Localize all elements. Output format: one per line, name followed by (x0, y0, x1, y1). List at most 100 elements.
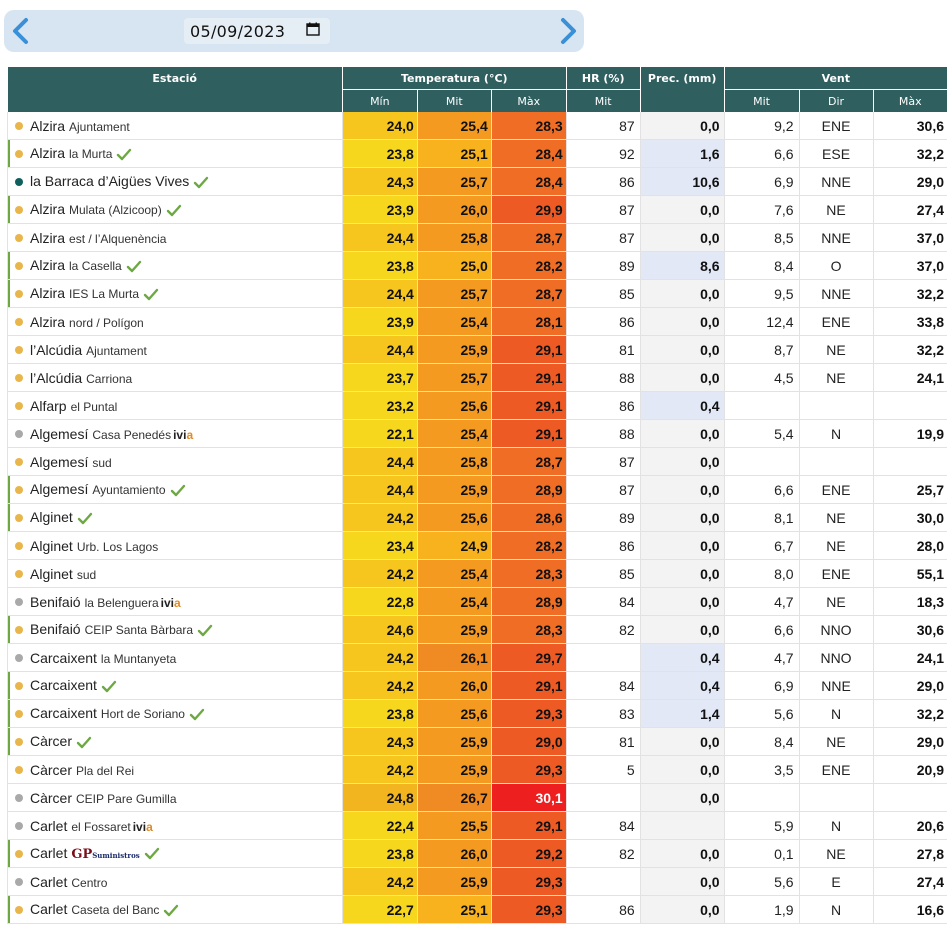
station-cell[interactable]: Benifaió CEIP Santa Bàrbara (7, 615, 343, 644)
table-row[interactable]: Alzira Mulata (Alzicoop) 23,9 26,0 29,9 87 0,0… (7, 195, 947, 224)
station-cell[interactable]: Algemesí Ayuntamiento (7, 475, 343, 504)
table-row[interactable]: Benifaió CEIP Santa Bàrbara 24,6 25,9 28,3 82… (7, 615, 947, 644)
table-row[interactable]: Carlet el Fossaret ivia 22,4 25,5 29,1 84 5,9 N 2… (7, 811, 947, 840)
temp-max-cell: 28,3 (490, 112, 567, 140)
table-row[interactable]: Carcaixent 24,2 26,0 29,1 84 0,4 6,9 NNE 29,0 (7, 671, 947, 700)
table-row[interactable]: Algemesí Casa Penedés ivia 22,1 25,4 29,1 88 0,… (7, 419, 947, 448)
table-row[interactable]: Alginet 24,2 25,6 28,6 89 0,0 8,1 NE 30,0 (7, 503, 947, 532)
wind-dir-cell: NE (798, 335, 873, 364)
temp-min-cell: 23,2 (341, 391, 418, 420)
station-town: Algemesí (30, 453, 89, 470)
station-cell[interactable]: Alfarp el Puntal (7, 391, 343, 420)
station-cell[interactable]: Algemesí Casa Penedés ivia (7, 419, 343, 448)
header-precipitation[interactable]: Prec. (mm) (639, 67, 725, 112)
station-cell[interactable]: Càrcer CEIP Pare Gumilla (7, 783, 343, 812)
temp-min-cell: 24,2 (341, 671, 418, 700)
station-cell[interactable]: Alzira nord / Polígon (7, 307, 343, 336)
previous-day-button[interactable] (6, 16, 34, 46)
station-cell[interactable]: Benifaió la Belenguera ivia (7, 587, 343, 616)
station-location: Casa Penedés (92, 427, 172, 442)
humidity-cell: 86 (565, 167, 641, 196)
table-row[interactable]: Càrcer 24,3 25,9 29,0 81 0,0 8,4 NE 29,0 (7, 727, 947, 756)
station-cell[interactable]: Càrcer (7, 727, 343, 756)
station-cell[interactable]: Carcaixent (7, 671, 343, 700)
table-row[interactable]: Alzira la Murta 23,8 25,1 28,4 92 1,6 6,6 ESE 32,… (7, 139, 947, 168)
station-cell[interactable]: Carcaixent Hort de Soriano (7, 699, 343, 728)
table-row[interactable]: Alginet Urb. Los Lagos 23,4 24,9 28,2 86 0,0 6,… (7, 531, 947, 560)
temp-max-cell: 28,2 (490, 531, 567, 560)
header-temp-mit[interactable]: Mit (416, 89, 492, 112)
wind-dir-cell: NE (798, 195, 873, 224)
table-row[interactable]: Alzira est / l’Alquenència 24,4 25,8 28,7 87 0… (7, 223, 947, 252)
station-town: l’Alcúdia (30, 341, 83, 358)
station-cell[interactable]: Càrcer Pla del Rei (7, 755, 343, 784)
station-cell[interactable]: Algemesí sud (7, 447, 343, 476)
station-cell[interactable]: l’Alcúdia Ajuntament (7, 335, 343, 364)
station-cell[interactable]: Carlet Caseta del Banc (7, 895, 343, 924)
station-location: Hort de Soriano (100, 707, 185, 722)
table-row[interactable]: Càrcer CEIP Pare Gumilla 24,8 26,7 30,1 0,0 (7, 783, 947, 812)
station-town: Algemesí (30, 481, 89, 498)
header-temp-max[interactable]: Màx (490, 89, 567, 112)
table-row[interactable]: Alginet sud 24,2 25,4 28,3 85 0,0 8,0 ENE 55,1 (7, 559, 947, 588)
table-row[interactable]: Carlet GPSuministros 23,8 26,0 29,2 82 0,0 0,1 N… (7, 839, 947, 868)
header-wind-max[interactable]: Màx (872, 89, 947, 112)
station-cell[interactable]: Alginet Urb. Los Lagos (7, 531, 343, 560)
station-cell[interactable]: Carcaixent la Muntanyeta (7, 643, 343, 672)
table-row[interactable]: l’Alcúdia Carriona 23,7 25,7 29,1 88 0,0 4,5 NE 2… (7, 363, 947, 392)
station-cell[interactable]: Alginet (7, 503, 343, 532)
temp-max-cell: 28,1 (490, 307, 567, 336)
table-row[interactable]: Alzira la Casella 23,8 25,0 28,2 89 8,6 8,4 O 37,… (7, 251, 947, 280)
table-row[interactable]: Carcaixent la Muntanyeta 24,2 26,1 29,7 0,4 4,… (7, 643, 947, 672)
temp-mit-cell: 25,6 (416, 391, 492, 420)
date-input[interactable]: 05/09/2023 (184, 18, 330, 44)
station-cell[interactable]: Alzira Ajuntament (7, 112, 343, 140)
header-temp-min[interactable]: Mín (341, 89, 418, 112)
station-cell[interactable]: Carlet el Fossaret ivia (7, 811, 343, 840)
temp-min-cell: 24,2 (341, 559, 418, 588)
table-row[interactable]: Alfarp el Puntal 23,2 25,6 29,1 86 0,4 (7, 391, 947, 420)
table-row[interactable]: Algemesí Ayuntamiento 24,4 25,9 28,9 87 0,0 6,6… (7, 475, 947, 504)
station-cell[interactable]: Alzira la Murta (7, 139, 343, 168)
wind-mit-cell: 8,5 (723, 223, 800, 252)
table-row[interactable]: l’Alcúdia Ajuntament 24,4 25,9 29,1 81 0,0 8,7 N… (7, 335, 947, 364)
table-row[interactable]: Alzira IES La Murta 24,4 25,7 28,7 85 0,0 9,5 NN… (7, 279, 947, 308)
station-cell[interactable]: Alzira la Casella (7, 251, 343, 280)
table-row[interactable]: Carcaixent Hort de Soriano 23,8 25,6 29,3 83 1… (7, 699, 947, 728)
status-dot-yellow-icon (15, 374, 23, 382)
table-row[interactable]: Alzira nord / Polígon 23,9 25,4 28,1 86 0,0 12,… (7, 307, 947, 336)
station-cell[interactable]: Alzira IES La Murta (7, 279, 343, 308)
temp-mit-cell: 25,4 (416, 587, 492, 616)
table-row[interactable]: Càrcer Pla del Rei 24,2 25,9 29,3 5 0,0 3,5 ENE 2… (7, 755, 947, 784)
station-cell[interactable]: l’Alcúdia Carriona (7, 363, 343, 392)
next-day-button[interactable] (555, 16, 583, 46)
station-town: Alzira (30, 257, 66, 274)
temp-mit-cell: 25,9 (416, 867, 492, 896)
station-cell[interactable]: Alzira est / l’Alquenència (7, 223, 343, 252)
temp-max-cell: 29,2 (490, 839, 567, 868)
wind-max-cell: 29,0 (872, 167, 947, 196)
station-cell[interactable]: la Barraca d’Aigües Vives (7, 167, 343, 196)
wind-mit-cell: 5,4 (723, 419, 800, 448)
table-row[interactable]: Algemesí sud 24,4 25,8 28,7 87 0,0 (7, 447, 947, 476)
precip-cell: 0,0 (639, 783, 725, 812)
table-row[interactable]: Benifaió la Belenguera ivia 22,8 25,4 28,9 84 0… (7, 587, 947, 616)
station-cell[interactable]: Alginet sud (7, 559, 343, 588)
calendar-icon[interactable] (306, 22, 320, 36)
station-cell[interactable]: Carlet GPSuministros (7, 839, 343, 868)
station-cell[interactable]: Carlet Centro (7, 867, 343, 896)
table-row[interactable]: Alzira Ajuntament 24,0 25,4 28,3 87 0,0 9,2 ENE 3… (7, 112, 947, 140)
header-wind-mit[interactable]: Mit (723, 89, 800, 112)
table-row[interactable]: Carlet Caseta del Banc 22,7 25,1 29,3 86 0,0 1,… (7, 895, 947, 924)
wind-max-cell: 30,0 (872, 503, 947, 532)
table-row[interactable]: Carlet Centro 24,2 25,9 29,3 0,0 5,6 E 27,4 (7, 867, 947, 896)
status-dot-gray-icon (15, 822, 23, 830)
temp-max-cell: 29,3 (490, 755, 567, 784)
table-row[interactable]: la Barraca d’Aigües Vives 24,3 25,7 28,4 86 1… (7, 167, 947, 196)
station-cell[interactable]: Alzira Mulata (Alzicoop) (7, 195, 343, 224)
header-wind-dir[interactable]: Dir (798, 89, 873, 112)
temp-max-cell: 28,4 (490, 167, 567, 196)
header-hr-mit[interactable]: Mit (565, 89, 641, 112)
wind-mit-cell: 9,2 (723, 112, 800, 140)
header-station[interactable]: Estació (7, 67, 343, 112)
